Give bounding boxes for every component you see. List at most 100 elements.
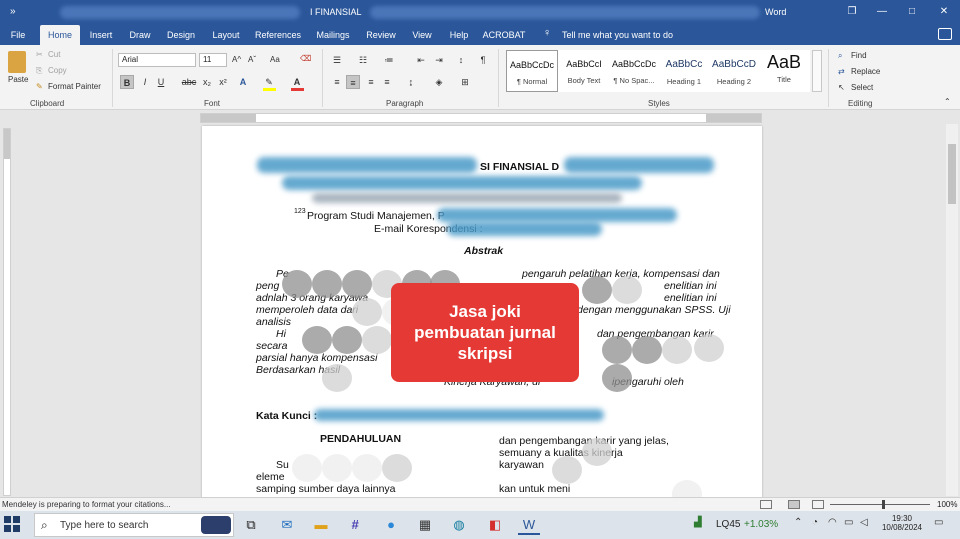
scrollbar-thumb[interactable] — [948, 144, 956, 204]
windows-start-icon[interactable] — [4, 516, 22, 534]
task-view-icon[interactable]: ⧉ — [240, 515, 262, 535]
tab-help[interactable]: Help — [444, 25, 474, 45]
tab-file[interactable]: File — [4, 25, 32, 45]
taskbar-search-box[interactable]: ⌕ Type here to search — [34, 513, 234, 537]
horizontal-ruler[interactable] — [200, 113, 762, 123]
numbering-icon[interactable]: ☷ — [356, 53, 370, 67]
tab-acrobat[interactable]: ACROBAT — [480, 25, 528, 45]
tab-draw[interactable]: Draw — [124, 25, 156, 45]
file-explorer-icon[interactable]: ▬ — [310, 515, 332, 535]
styles-scroll[interactable] — [812, 50, 822, 92]
superscript-button[interactable]: x² — [216, 75, 230, 89]
chat-app-icon[interactable]: ● — [380, 515, 402, 535]
sort-icon[interactable]: ↕ — [454, 53, 468, 67]
style-no-spacing[interactable]: AaBbCcDc ¶ No Spac... — [608, 50, 660, 92]
style-body-text[interactable]: AaBbCcI Body Text — [558, 50, 610, 92]
volume-icon[interactable]: ◁ — [860, 517, 868, 528]
clear-formatting-icon[interactable]: ⌫ — [300, 54, 311, 63]
find-button[interactable]: Find — [851, 51, 867, 60]
cut-button[interactable]: Cut — [48, 50, 60, 59]
change-case-button[interactable]: Aa — [270, 55, 280, 64]
zoom-slider-thumb[interactable] — [882, 500, 885, 509]
tab-design[interactable]: Design — [162, 25, 200, 45]
wifi-icon[interactable]: ◠ — [828, 517, 837, 528]
edge-icon[interactable]: ◍ — [448, 515, 470, 535]
stock-ticker[interactable]: LQ45 — [716, 519, 740, 530]
vertical-ruler[interactable] — [3, 128, 11, 496]
align-left-icon[interactable]: ≡ — [330, 75, 344, 89]
font-size-box[interactable]: 11 — [199, 53, 227, 67]
underline-button[interactable]: U — [154, 75, 168, 89]
select-button[interactable]: Select — [851, 83, 873, 92]
zoom-slider[interactable] — [830, 504, 930, 505]
subscript-button[interactable]: x₂ — [200, 75, 214, 89]
app-hash-icon[interactable]: # — [344, 515, 366, 535]
shading-icon[interactable]: ◈ — [432, 75, 446, 89]
quick-access-toolbar-icon[interactable]: » — [10, 6, 16, 17]
style-heading-1[interactable]: AaBbCc Heading 1 — [658, 50, 710, 92]
italic-button[interactable]: I — [138, 75, 152, 89]
stock-change[interactable]: +1.03% — [744, 519, 778, 530]
multilevel-list-icon[interactable]: ≔ — [382, 53, 396, 67]
notification-icon[interactable]: ▭ — [934, 517, 943, 528]
maximize-button[interactable]: □ — [902, 4, 922, 20]
comments-icon[interactable] — [938, 28, 952, 40]
minimize-button[interactable]: — — [872, 4, 892, 20]
tab-insert[interactable]: Insert — [84, 25, 118, 45]
tab-home[interactable]: Home — [40, 25, 80, 45]
strikethrough-button[interactable]: abc — [180, 75, 198, 89]
shrink-font-button[interactable]: Aˇ — [248, 55, 256, 64]
decrease-indent-icon[interactable]: ⇤ — [414, 53, 428, 67]
increase-indent-icon[interactable]: ⇥ — [432, 53, 446, 67]
format-painter-icon[interactable]: ✎ — [36, 82, 43, 91]
paste-icon[interactable] — [8, 51, 26, 73]
acrobat-icon[interactable]: ◧ — [484, 515, 506, 535]
bullets-icon[interactable]: ☰ — [330, 53, 344, 67]
tab-review[interactable]: Review — [362, 25, 400, 45]
style-title[interactable]: AaB Title — [758, 50, 810, 92]
chevron-up-icon[interactable]: ⌃ — [794, 517, 802, 528]
copy-icon[interactable]: ⎘ — [36, 66, 42, 76]
print-layout-icon[interactable] — [788, 500, 800, 509]
justify-icon[interactable]: ≡ — [380, 75, 394, 89]
word-taskbar-icon[interactable]: W — [518, 515, 540, 535]
line-spacing-icon[interactable]: ↨ — [404, 75, 418, 89]
font-name-box[interactable]: Arial — [118, 53, 196, 67]
cut-icon[interactable]: ✂ — [36, 50, 43, 59]
find-icon[interactable]: ⌕ — [838, 51, 842, 61]
copy-button[interactable]: Copy — [48, 66, 67, 75]
network-icon[interactable]: ◔ — [812, 517, 818, 528]
mail-icon[interactable]: ✉ — [276, 515, 298, 535]
paste-button[interactable]: Paste — [8, 75, 28, 84]
replace-icon[interactable]: ⇄ — [838, 67, 845, 76]
read-mode-icon[interactable] — [760, 500, 772, 509]
borders-icon[interactable]: ⊞ — [458, 75, 472, 89]
tab-view[interactable]: View — [406, 25, 438, 45]
bold-button[interactable]: B — [120, 75, 134, 89]
style-normal[interactable]: AaBbCcDc ¶ Normal — [506, 50, 558, 92]
zoom-level[interactable]: 100% — [937, 500, 957, 509]
replace-button[interactable]: Replace — [851, 67, 880, 76]
collapse-ribbon-icon[interactable]: ⌃ — [944, 97, 951, 106]
taskbar-clock[interactable]: 19:30 10/08/2024 — [880, 514, 924, 532]
tab-mailings[interactable]: Mailings — [310, 25, 356, 45]
ribbon-display-options-icon[interactable]: ❐ — [842, 4, 862, 20]
close-button[interactable]: ✕ — [934, 4, 954, 20]
tab-references[interactable]: References — [252, 25, 304, 45]
align-right-icon[interactable]: ≡ — [364, 75, 378, 89]
format-painter-button[interactable]: Format Painter — [48, 82, 101, 91]
font-color-icon[interactable]: A — [290, 75, 304, 89]
web-layout-icon[interactable] — [812, 500, 824, 509]
grow-font-button[interactable]: A^ — [232, 55, 241, 64]
tab-layout[interactable]: Layout — [206, 25, 246, 45]
show-formatting-button[interactable]: ¶ — [476, 53, 490, 67]
calculator-icon[interactable]: ▦ — [414, 515, 436, 535]
vertical-scrollbar[interactable] — [946, 124, 958, 496]
align-center-icon[interactable]: ≡ — [346, 75, 360, 89]
select-icon[interactable]: ↖ — [838, 83, 845, 92]
battery-icon[interactable]: ▭ — [844, 517, 853, 528]
tell-me-search[interactable]: Tell me what you want to do — [562, 25, 673, 45]
highlight-icon[interactable]: ✎ — [262, 75, 276, 89]
style-heading-2[interactable]: AaBbCcD Heading 2 — [708, 50, 760, 92]
text-effects-icon[interactable]: A — [236, 75, 250, 89]
